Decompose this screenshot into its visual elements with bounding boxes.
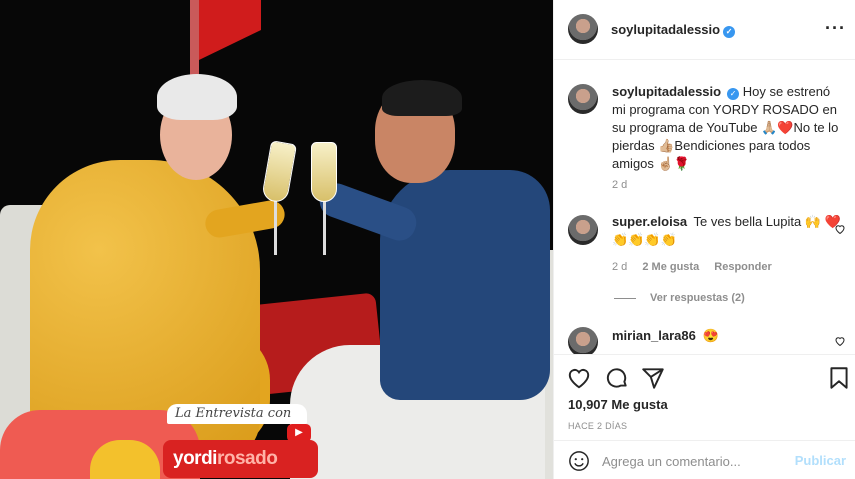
champagne-glass: [311, 142, 337, 202]
caption-time[interactable]: 2 d: [612, 179, 627, 191]
champagne-glass: [260, 140, 298, 204]
more-icon[interactable]: ···: [825, 18, 846, 39]
sign-logo: yordirosado: [163, 440, 318, 478]
glass-stem: [274, 200, 277, 255]
author-avatar[interactable]: [568, 84, 598, 114]
author-username-row[interactable]: soylupitadalessio ✓: [611, 22, 736, 38]
comments-list[interactable]: soylupitadalessio ✓ Hoy se estrenó mi pro…: [554, 61, 855, 354]
caption-timestamp: 2 d: [612, 179, 639, 191]
post-date[interactable]: HACE 2 DÍAS: [568, 421, 627, 431]
save-icon[interactable]: [826, 365, 852, 391]
flag-pole: [190, 0, 199, 76]
verified-icon: ✓: [727, 88, 740, 100]
comment-meta: 2 d 2 Me gusta Responder: [612, 261, 784, 273]
view-replies[interactable]: Ver respuestas (2): [614, 292, 745, 304]
verified-icon: ✓: [723, 26, 736, 38]
commenter-avatar[interactable]: [568, 215, 598, 245]
author-avatar[interactable]: [568, 14, 598, 44]
glass-stem: [323, 200, 326, 255]
sign-title: La Entrevista con: [167, 404, 307, 424]
emoji-icon[interactable]: [568, 450, 590, 472]
heart-icon[interactable]: [834, 223, 846, 235]
red-flag: [199, 0, 261, 60]
author-username[interactable]: soylupitadalessio: [611, 22, 720, 37]
man-body: [380, 170, 550, 400]
woman-hair: [157, 74, 237, 120]
share-icon[interactable]: [640, 365, 666, 391]
post-sidebar: soylupitadalessio ✓ ··· soylupitadalessio…: [553, 0, 855, 479]
comment-username[interactable]: mirian_lara86: [612, 328, 696, 343]
caption-username[interactable]: soylupitadalessio: [612, 84, 721, 99]
post-header: soylupitadalessio ✓ ···: [554, 0, 855, 60]
show-sign: La Entrevista con ▶ yordirosado: [163, 404, 323, 479]
post-caption: soylupitadalessio ✓ Hoy se estrenó mi pro…: [612, 83, 844, 173]
like-icon[interactable]: [566, 365, 592, 391]
sign-logo-a: yordi: [173, 448, 217, 469]
sign-logo-b: rosado: [216, 448, 278, 469]
comment-likes[interactable]: 2 Me gusta: [642, 261, 699, 273]
heart-icon[interactable]: [834, 335, 846, 347]
view-replies-label[interactable]: Ver respuestas (2): [650, 292, 745, 304]
publish-button[interactable]: Publicar: [795, 453, 846, 468]
comment-input[interactable]: [602, 451, 787, 471]
reply-button[interactable]: Responder: [714, 261, 771, 273]
post-photo[interactable]: La Entrevista con ▶ yordirosado: [0, 0, 553, 479]
man-hair: [382, 80, 462, 116]
comment: super.eloisa Te ves bella Lupita 🙌 ❤️👏👏👏…: [612, 213, 844, 249]
comment-icon[interactable]: [604, 365, 630, 391]
commenter-avatar[interactable]: [568, 327, 598, 354]
comment: mirian_lara86 😍: [612, 327, 844, 345]
comment-username[interactable]: super.eloisa: [612, 214, 687, 229]
comment-text: 😍: [702, 328, 719, 343]
comment-time[interactable]: 2 d: [612, 261, 627, 273]
replies-divider: [614, 297, 636, 299]
post-actions: 10,907 Me gusta HACE 2 DÍAS: [554, 354, 855, 440]
comment-form: Publicar: [554, 440, 855, 479]
likes-count[interactable]: 10,907 Me gusta: [568, 397, 668, 412]
